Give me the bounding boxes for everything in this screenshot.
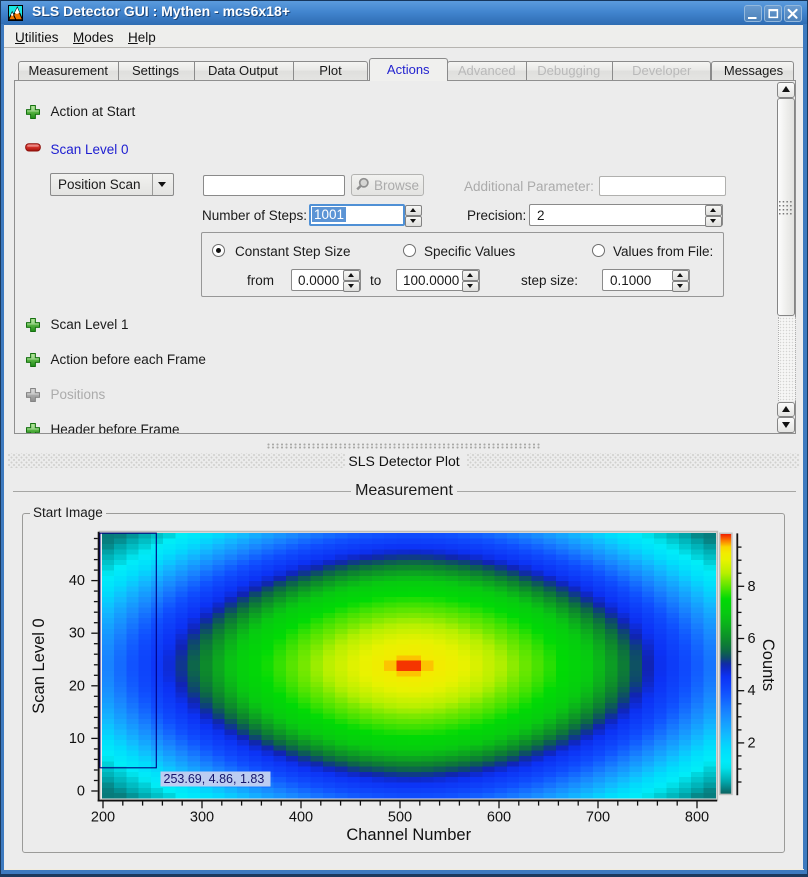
- svg-text:0: 0: [77, 784, 85, 800]
- svg-text:4: 4: [748, 683, 756, 699]
- svg-text:20: 20: [69, 678, 85, 694]
- svg-text:200: 200: [91, 810, 115, 826]
- svg-text:500: 500: [388, 810, 412, 826]
- svg-text:40: 40: [69, 573, 85, 589]
- svg-text:8: 8: [748, 579, 756, 595]
- svg-text:10: 10: [69, 731, 85, 747]
- svg-text:600: 600: [487, 810, 511, 826]
- svg-text:30: 30: [69, 626, 85, 642]
- svg-text:300: 300: [190, 810, 214, 826]
- svg-text:2: 2: [748, 735, 756, 751]
- svg-text:400: 400: [289, 810, 313, 826]
- svg-text:700: 700: [586, 810, 610, 826]
- svg-text:Scan Level 0: Scan Level 0: [30, 618, 48, 713]
- svg-text:6: 6: [748, 631, 756, 647]
- svg-text:800: 800: [685, 810, 709, 826]
- svg-text:253.69, 4.86, 1.83: 253.69, 4.86, 1.83: [164, 772, 265, 786]
- svg-text:Channel Number: Channel Number: [346, 826, 471, 844]
- svg-text:Counts: Counts: [759, 639, 777, 691]
